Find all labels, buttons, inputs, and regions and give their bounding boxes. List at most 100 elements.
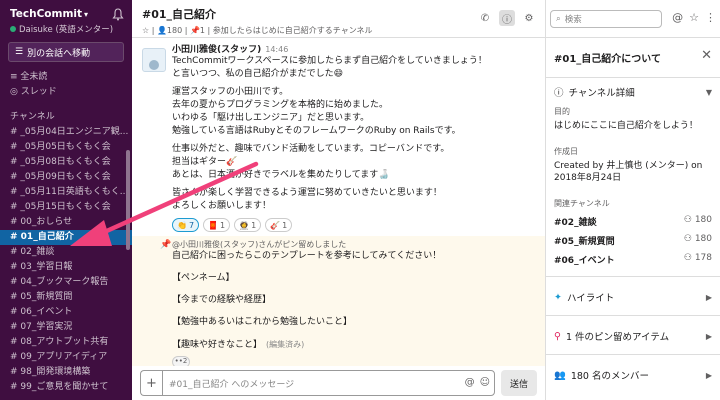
message-body: TechCommitワークスペースに参加したらまず自己紹介をしていきましょう！ と…	[172, 55, 535, 213]
close-icon[interactable]: ✕	[701, 48, 712, 63]
related-channels: #02_雑談 ⚇ 180 #05_新規質問 ⚇ 180 #06_イベント ⚇ 178	[554, 215, 712, 266]
message-line: 仕事以外だと、趣味でバンド活動をしています。コピーバンドです。	[172, 144, 450, 154]
message-line: と言いつつ、私の自己紹介がまだでした😄	[172, 69, 344, 79]
sidebar-channel-item[interactable]: # 99_ご意見を聞かせて	[0, 380, 132, 395]
sidebar-channel-item[interactable]: # _05月15日もくもく会	[0, 200, 132, 215]
message[interactable]: 小田川雅俊(スタッフ) 14:46 TechCommitワークスペースに参加したら…	[132, 38, 545, 236]
chevron-down-icon: ▾	[84, 10, 89, 19]
sidebar-channel-item[interactable]: # 08_アウトプット共有	[0, 335, 132, 350]
reaction-pill[interactable]: 🎸 1	[265, 218, 293, 232]
channel-details-label: チャンネル詳細	[568, 88, 635, 99]
highlights-section[interactable]: ✦ ハイライト ▶	[546, 283, 720, 311]
member-count: 180	[694, 215, 712, 225]
message-line: 去年の夏からプログラミングを本格的に始めました。	[172, 100, 389, 110]
message-input[interactable]: #01_自己紹介 へのメッセージ @ ☺	[162, 370, 495, 396]
sidebar-channel-item[interactable]: # 00_おしらせ	[0, 215, 132, 230]
workspace-header[interactable]: TechCommit ▾ Daisuke (英語メンター)	[0, 0, 132, 38]
sidebar-channel-item[interactable]: # 06_イベント	[0, 305, 132, 320]
composer-icons: @ ☺	[465, 377, 490, 388]
search-input[interactable]: ⌕ 検索	[550, 10, 662, 28]
sidebar-channel-item[interactable]: # 04_ブックマーク報告	[0, 275, 132, 290]
pinned-template-line: 【ペンネーム】	[172, 272, 535, 285]
sidebar-channel-item[interactable]: # 98_開発環境構築	[0, 365, 132, 380]
message-line: よろしくお願いします！	[172, 201, 272, 211]
sidebar-channel-item[interactable]: # _05月05日もくもく会	[0, 140, 132, 155]
pinned-template-text: 【勉強中あるいはこれから勉強したいこと】	[172, 317, 353, 327]
member-icon: ⚇	[683, 215, 695, 225]
mention-icon[interactable]: @	[465, 377, 475, 388]
info-icon[interactable]: ⓘ	[499, 10, 515, 26]
pinned-note: @小田川雅俊(スタッフ)さんがピン留めしました	[172, 240, 347, 249]
pinned-message[interactable]: 📌 @小田川雅俊(スタッフ)さんがピン留めしました 自己紹介に困ったらこのテンプ…	[132, 236, 545, 366]
related-channel-count: ⚇ 178	[684, 253, 712, 266]
edited-label: (編集済み)	[266, 340, 305, 349]
sidebar-channel-item[interactable]: # _05月04日エンジニア観...	[0, 125, 132, 140]
message-list: 小田川雅俊(スタッフ) 14:46 TechCommitワークスペースに参加したら…	[132, 38, 545, 366]
add-reaction-button[interactable]: ••2	[172, 356, 190, 366]
reaction-count: 1	[220, 220, 226, 230]
message-line: いわゆる「駆け出しエンジニア」だと思います。	[172, 113, 370, 123]
jump-to-button[interactable]: ☰ 別の会話へ移動	[8, 42, 124, 62]
members-section[interactable]: 👥 180 名のメンバー ▶	[546, 361, 720, 389]
message-line: TechCommitワークスペースに参加したらまず自己紹介をしていきましょう！	[172, 56, 487, 66]
top-toolbar: ⌕ 検索 @ ☆ ⋮	[546, 0, 720, 38]
emoji-icon[interactable]: ☺	[480, 377, 490, 388]
workspace-name[interactable]: TechCommit ▾	[10, 8, 122, 20]
message-header: 小田川雅俊(スタッフ) 14:46	[172, 42, 535, 55]
channels-section-header[interactable]: チャンネル	[0, 110, 132, 125]
reaction-count: 1	[251, 220, 257, 230]
mentions-icon[interactable]: @	[672, 11, 683, 24]
channel-details-section[interactable]: ⓘ チャンネル詳細 ▼	[546, 78, 720, 106]
phone-icon[interactable]: ✆	[477, 10, 493, 26]
sidebar-channel-item[interactable]: # 03_学習日報	[0, 260, 132, 275]
channel-list: # _05月04日エンジニア観... # _05月05日もくもく会 # _05月08…	[0, 125, 132, 395]
unreads-icon: ≡	[10, 72, 21, 82]
related-channel-row[interactable]: #02_雑談 ⚇ 180	[554, 215, 712, 228]
message-line: あとは、日本酒が好きでラベルを集めたりしてます🍶	[172, 170, 390, 180]
avatar[interactable]	[142, 48, 166, 72]
sidebar-scrollbar[interactable]	[126, 150, 130, 250]
sidebar-channel-item[interactable]: # _05月11日英語もくもく...	[0, 185, 132, 200]
sidebar-channel-item[interactable]: # _05月08日もくもく会	[0, 155, 132, 170]
sidebar-item-all-unreads[interactable]: ≡ 全未読	[0, 70, 132, 85]
gear-icon[interactable]: ⚙	[521, 10, 537, 26]
related-channel-name: #02_雑談	[554, 218, 597, 228]
sender-name[interactable]: 小田川雅俊(スタッフ)	[172, 45, 261, 55]
related-channel-count: ⚇ 180	[684, 234, 712, 247]
related-channel-row[interactable]: #06_イベント ⚇ 178	[554, 253, 712, 266]
member-icon: ⚇	[683, 253, 695, 263]
sidebar-item-threads[interactable]: ◎ スレッド	[0, 85, 132, 100]
attach-button[interactable]: +	[140, 370, 162, 396]
reaction-pill[interactable]: 👩‍🚀 1	[234, 218, 262, 232]
more-icon[interactable]: ⋮	[705, 11, 716, 24]
sidebar-channel-item[interactable]: # _05月09日もくもく会	[0, 170, 132, 185]
sidebar-channel-item[interactable]: # 01_自己紹介	[0, 230, 132, 245]
pinned-blocks: 【ペンネーム】 【今までの経験や経歴】 【勉強中あるいはこれから勉強したいこと】 【趣…	[172, 272, 535, 352]
sidebar-channel-item[interactable]: # 09_アプリアイディア	[0, 350, 132, 365]
reaction-pill[interactable]: 🧧 1	[203, 218, 231, 232]
reactions: 👏 7 🧧 1 👩‍🚀 1 🎸 1	[172, 218, 535, 232]
send-button[interactable]: 送信	[501, 370, 537, 396]
bell-icon[interactable]	[112, 8, 124, 21]
reaction-pill[interactable]: 👏 7	[172, 218, 200, 232]
sidebar-channel-item[interactable]: # 05_新規質問	[0, 290, 132, 305]
chevron-right-icon: ▶	[705, 292, 712, 302]
message-paragraph: 運営スタッフの小田川です。 去年の夏からプログラミングを本格的に始めました。 いわゆ…	[172, 86, 535, 138]
purpose-value: はじめにここに自己紹介をしよう！	[554, 121, 698, 131]
star-icon[interactable]: ☆	[689, 11, 699, 24]
reaction-count: 7	[188, 220, 195, 230]
timestamp[interactable]: 14:46	[265, 45, 288, 54]
pinned-template-line: 【勉強中あるいはこれから勉強したいこと】	[172, 316, 535, 329]
message-paragraph: TechCommitワークスペースに参加したらまず自己紹介をしていきましょう！ と…	[172, 55, 535, 81]
pinned-items-label: 1 件のピン留めアイテム	[565, 332, 670, 343]
pinned-items-section[interactable]: ⚲ 1 件のピン留めアイテム ▶	[546, 322, 720, 350]
sidebar-channel-item[interactable]: # 02_雑談	[0, 245, 132, 260]
member-count: 180	[694, 234, 712, 244]
search-placeholder: 検索	[564, 15, 582, 25]
details-header: #01_自己紹介について ✕	[546, 38, 720, 78]
sidebar-channel-item[interactable]: # 07_学習実況	[0, 320, 132, 335]
related-channel-row[interactable]: #05_新規質問 ⚇ 180	[554, 234, 712, 247]
reaction-emoji: 👩‍🚀	[239, 220, 250, 230]
details-title: #01_自己紹介について	[554, 54, 661, 65]
